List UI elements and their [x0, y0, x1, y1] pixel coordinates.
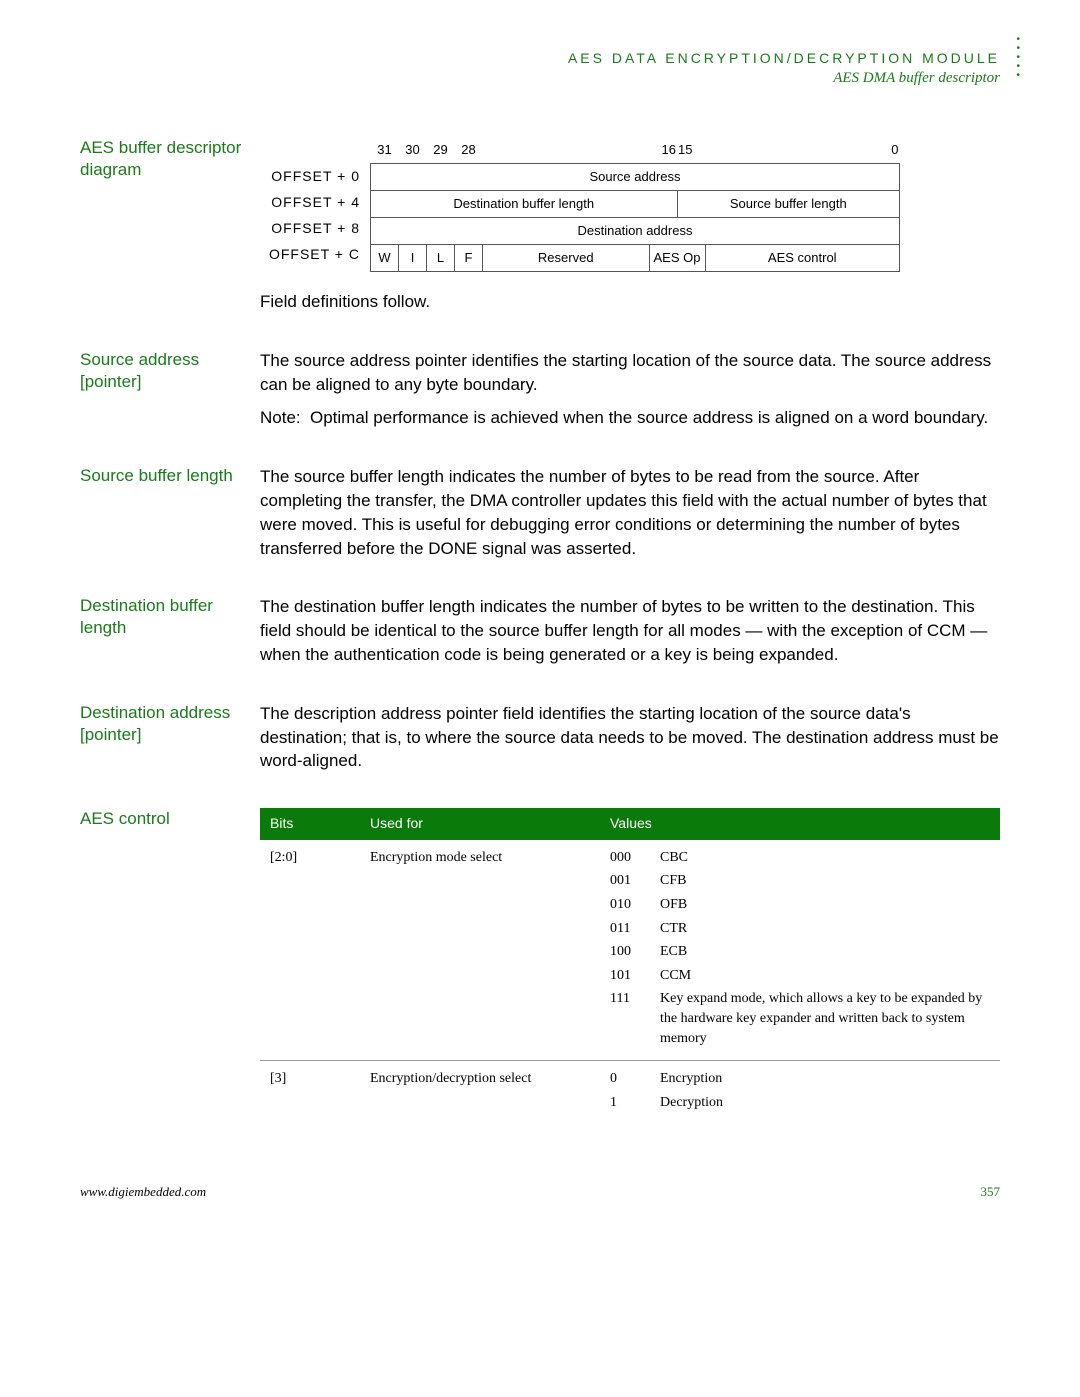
value-code: 0 — [610, 1069, 660, 1089]
aes-op: AES Op — [649, 245, 705, 272]
table-row: [3]Encryption/decryption select 0Encrypti… — [260, 1061, 1000, 1125]
section-dest-buffer-length: Destination buffer length The destinatio… — [80, 595, 1000, 666]
bit-table: 31 30 29 28 16 15 0 Source address Desti… — [370, 137, 900, 272]
value-code: 001 — [610, 871, 660, 891]
value-code: 011 — [610, 919, 660, 939]
flag-l: L — [427, 245, 455, 272]
offset-4: OFFSET + 4 — [260, 189, 360, 215]
decorative-dots: ••••• — [1016, 35, 1020, 80]
flag-w: W — [371, 245, 399, 272]
offset-0: OFFSET + 0 — [260, 163, 360, 189]
reserved: Reserved — [483, 245, 650, 272]
aes-control-table: Bits Used for Values [2:0]Encryption mod… — [260, 808, 1000, 1124]
value-desc: Key expand mode, which allows a key to b… — [660, 989, 990, 1048]
value-row: 011CTR — [610, 919, 990, 939]
note-label: Note: — [260, 406, 310, 430]
body-source-buffer-length: The source buffer length indicates the n… — [260, 465, 1000, 560]
cell-values: 000CBC001CFB010OFB011CTR100ECB101CCM111K… — [600, 840, 1000, 1061]
title-source-buffer-length: Source buffer length — [80, 465, 260, 560]
bit-29: 29 — [427, 137, 455, 164]
row-dest-address: Destination address — [371, 218, 900, 245]
document-page: ••••• AES DATA ENCRYPTION/DECRYPTION MOD… — [0, 0, 1080, 1240]
cell-bits: [3] — [260, 1061, 360, 1125]
section-source-address: Source address [pointer] The source addr… — [80, 349, 1000, 430]
body-source-address: The source address pointer identifies th… — [260, 349, 1000, 397]
value-code: 1 — [610, 1093, 660, 1113]
title-aes-control: AES control — [80, 808, 260, 1124]
value-code: 111 — [610, 989, 660, 1048]
bit-diagram: OFFSET + 0 OFFSET + 4 OFFSET + 8 OFFSET … — [260, 137, 1000, 272]
value-row: 1Decryption — [610, 1093, 990, 1113]
header-title: AES DATA ENCRYPTION/DECRYPTION MODULE — [80, 50, 1000, 66]
title-source-address: Source address [pointer] — [80, 349, 260, 430]
th-bits: Bits — [260, 808, 360, 840]
th-used: Used for — [360, 808, 600, 840]
value-code: 101 — [610, 966, 660, 986]
section-dest-address: Destination address [pointer] The descri… — [80, 702, 1000, 773]
title-dest-address: Destination address [pointer] — [80, 702, 260, 773]
footer-url: www.digiembedded.com — [80, 1184, 206, 1200]
page-header: ••••• AES DATA ENCRYPTION/DECRYPTION MOD… — [80, 50, 1000, 87]
value-row: 0Encryption — [610, 1069, 990, 1089]
bit-16: 16 — [649, 137, 677, 164]
table-row: [2:0]Encryption mode select000CBC001CFB0… — [260, 840, 1000, 1061]
note-text: Optimal performance is achieved when the… — [310, 406, 1000, 430]
diagram-body: OFFSET + 0 OFFSET + 4 OFFSET + 8 OFFSET … — [260, 137, 1000, 314]
value-desc: Decryption — [660, 1093, 990, 1113]
cell-bits: [2:0] — [260, 840, 360, 1061]
value-desc: CCM — [660, 966, 990, 986]
bit-30: 30 — [399, 137, 427, 164]
value-row: 000CBC — [610, 848, 990, 868]
bit-0: 0 — [872, 137, 900, 164]
section-aes-control: AES control Bits Used for Values [2:0]En… — [80, 808, 1000, 1124]
aes-control-cell: AES control — [705, 245, 900, 272]
footer-page: 357 — [981, 1184, 1001, 1200]
row-src-buf-len: Source buffer length — [677, 191, 900, 218]
value-desc: CBC — [660, 848, 990, 868]
row-source-address: Source address — [371, 164, 900, 191]
section-diagram: AES buffer descriptor diagram OFFSET + 0… — [80, 137, 1000, 314]
value-desc: CTR — [660, 919, 990, 939]
value-desc: ECB — [660, 942, 990, 962]
offset-labels: OFFSET + 0 OFFSET + 4 OFFSET + 8 OFFSET … — [260, 137, 370, 272]
bit-28: 28 — [455, 137, 483, 164]
value-row: 101CCM — [610, 966, 990, 986]
field-definitions-follow: Field definitions follow. — [260, 290, 1000, 314]
flag-f: F — [455, 245, 483, 272]
cell-used-for: Encryption/decryption select — [360, 1061, 600, 1125]
th-values: Values — [600, 808, 1000, 840]
value-desc: OFB — [660, 895, 990, 915]
cell-values: 0Encryption1Decryption — [600, 1061, 1000, 1125]
header-subtitle: AES DMA buffer descriptor — [80, 70, 1000, 87]
cell-used-for: Encryption mode select — [360, 840, 600, 1061]
value-desc: CFB — [660, 871, 990, 891]
offset-c: OFFSET + C — [260, 241, 360, 267]
value-code: 000 — [610, 848, 660, 868]
bit-15: 15 — [677, 137, 705, 164]
row-dest-buf-len: Destination buffer length — [371, 191, 678, 218]
page-footer: www.digiembedded.com 357 — [80, 1184, 1000, 1200]
offset-8: OFFSET + 8 — [260, 215, 360, 241]
value-code: 100 — [610, 942, 660, 962]
flag-i: I — [399, 245, 427, 272]
bit-31: 31 — [371, 137, 399, 164]
body-dest-buffer-length: The destination buffer length indicates … — [260, 595, 1000, 666]
value-row: 001CFB — [610, 871, 990, 891]
body-dest-address: The description address pointer field id… — [260, 702, 1000, 773]
value-row: 100ECB — [610, 942, 990, 962]
section-source-buffer-length: Source buffer length The source buffer l… — [80, 465, 1000, 560]
title-dest-buffer-length: Destination buffer length — [80, 595, 260, 666]
value-row: 010OFB — [610, 895, 990, 915]
value-desc: Encryption — [660, 1069, 990, 1089]
value-code: 010 — [610, 895, 660, 915]
section-title-diagram: AES buffer descriptor diagram — [80, 137, 260, 314]
value-row: 111Key expand mode, which allows a key t… — [610, 989, 990, 1048]
